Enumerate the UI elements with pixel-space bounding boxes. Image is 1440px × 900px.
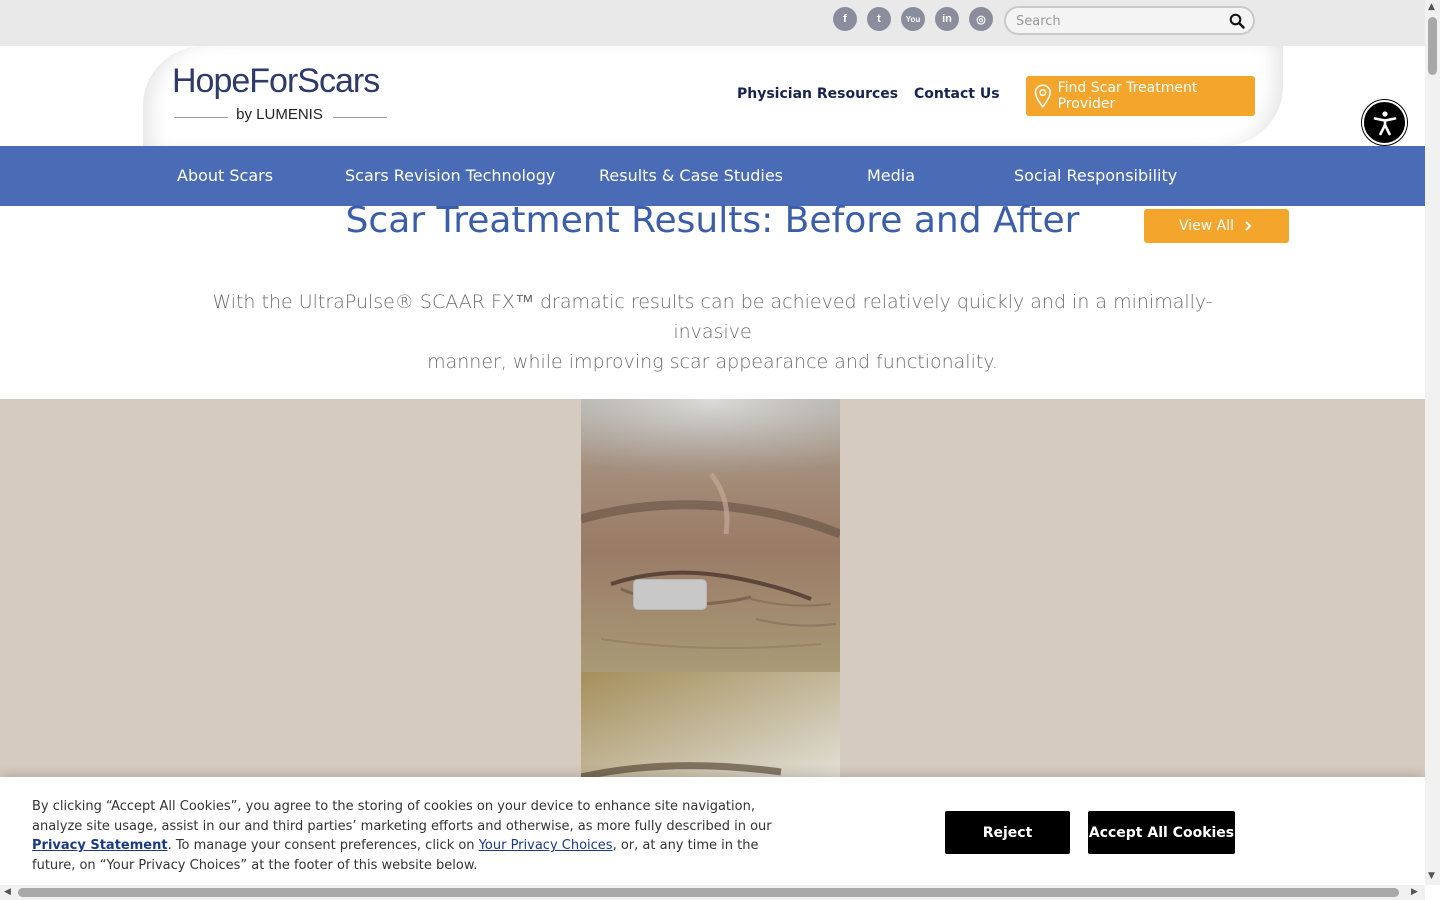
search-input[interactable] <box>1016 12 1226 30</box>
nav-item-about-scars[interactable]: About Scars <box>177 166 273 185</box>
cookie-text-part-a: By clicking “Accept All Cookies”, you ag… <box>32 799 772 834</box>
privacy-statement-link[interactable]: Privacy Statement <box>32 838 168 853</box>
reject-cookies-button[interactable]: Reject <box>945 811 1070 854</box>
view-all-button[interactable]: View All <box>1144 209 1289 243</box>
view-all-label: View All <box>1178 218 1235 234</box>
horizontal-scroll-thumb[interactable] <box>18 888 1399 897</box>
find-provider-button[interactable]: Find Scar Treatment Provider <box>1026 76 1255 116</box>
nav-item-scars-revision-technology[interactable]: Scars Revision Technology <box>345 166 555 185</box>
cookie-text: By clicking “Accept All Cookies”, you ag… <box>32 797 792 875</box>
search-box <box>1004 6 1255 35</box>
facebook-glyph: f <box>843 13 847 25</box>
vertical-scroll-thumb[interactable] <box>1428 17 1437 75</box>
scroll-left-arrow-icon[interactable]: ◀ <box>4 887 11 897</box>
vertical-scrollbar[interactable] <box>1425 0 1440 885</box>
twitter-icon[interactable]: t <box>867 7 891 31</box>
main-nav: About Scars Scars Revision Technology Re… <box>0 146 1425 206</box>
scroll-up-arrow-icon[interactable]: ▲ <box>1428 2 1435 12</box>
intro-line-2: manner, while improving scar appearance … <box>427 351 998 373</box>
chevron-right-icon <box>1245 221 1252 231</box>
intro-text: With the UltraPulse® SCAAR FX™ dramatic … <box>200 287 1225 377</box>
twitter-glyph: t <box>877 13 881 25</box>
intro-line-1: With the UltraPulse® SCAAR FX™ dramatic … <box>212 291 1213 343</box>
instagram-glyph: ◎ <box>976 13 986 26</box>
search-icon[interactable] <box>1229 13 1245 29</box>
scroll-down-arrow-icon[interactable]: ▼ <box>1428 871 1435 881</box>
linkedin-icon[interactable]: in <box>935 7 959 31</box>
nav-item-results-case-studies[interactable]: Results & Case Studies <box>599 166 783 185</box>
before-photo <box>581 399 840 672</box>
physician-resources-link[interactable]: Physician Resources <box>737 86 898 102</box>
linkedin-glyph: in <box>942 13 952 25</box>
privacy-choices-link[interactable]: Your Privacy Choices <box>479 838 613 853</box>
scroll-right-arrow-icon[interactable]: ▶ <box>1411 887 1418 897</box>
nav-item-social-responsibility[interactable]: Social Responsibility <box>1014 166 1177 185</box>
accessibility-button[interactable] <box>1362 100 1407 145</box>
cookie-banner: By clicking “Accept All Cookies”, you ag… <box>0 777 1425 885</box>
logo-title[interactable]: HopeForScars <box>172 62 380 101</box>
contact-us-link[interactable]: Contact Us <box>914 86 1000 102</box>
instagram-icon[interactable]: ◎ <box>969 7 993 31</box>
logo-subtitle: by LUMENIS <box>236 106 323 123</box>
eye-censor-bar <box>633 579 707 610</box>
facebook-icon[interactable]: f <box>833 7 857 31</box>
location-pin-icon <box>1034 84 1051 108</box>
cookie-text-part-b: . To manage your consent preferences, cl… <box>167 838 479 853</box>
after-photo <box>581 672 840 779</box>
top-utility-bar: f t You in ◎ <box>0 0 1425 46</box>
youtube-glyph: You <box>905 14 921 24</box>
find-provider-label: Find Scar Treatment Provider <box>1057 80 1198 112</box>
youtube-icon[interactable]: You <box>901 7 925 31</box>
accessibility-icon <box>1373 110 1396 135</box>
nav-item-media[interactable]: Media <box>867 166 915 185</box>
accept-all-cookies-button[interactable]: Accept All Cookies <box>1088 811 1235 854</box>
